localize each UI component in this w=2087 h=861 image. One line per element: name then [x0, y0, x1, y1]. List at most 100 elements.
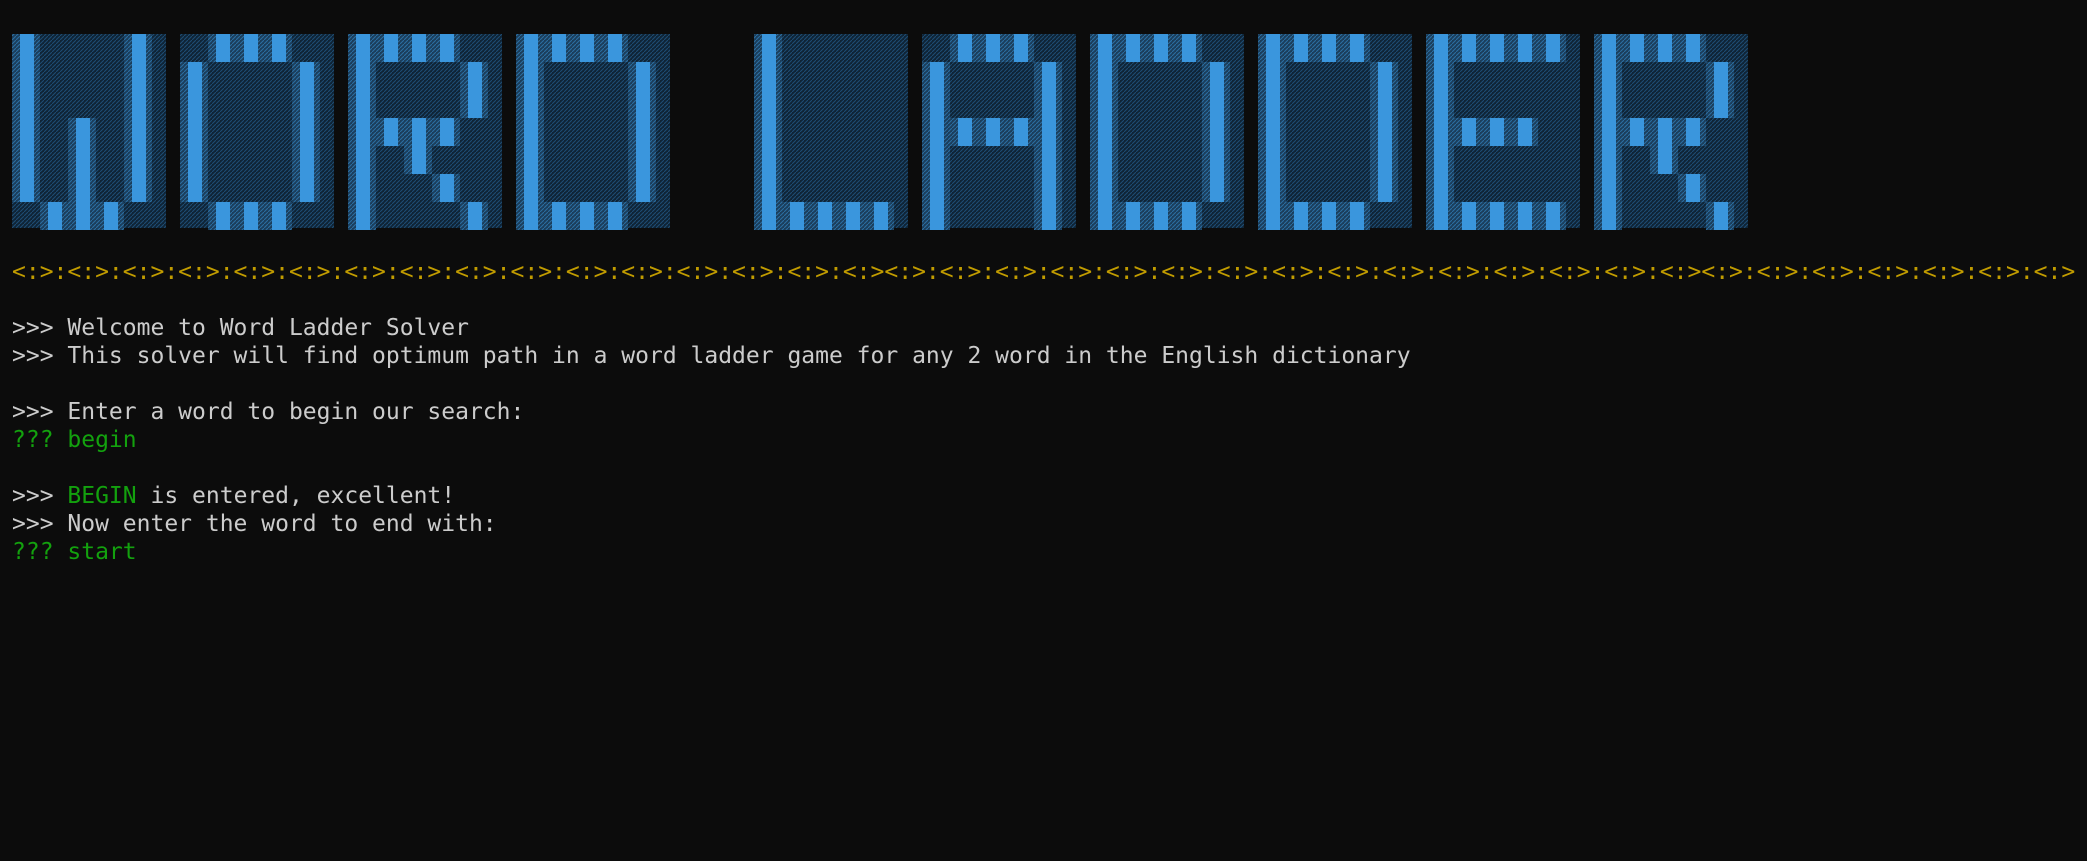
banner-pixel-highlight [524, 118, 538, 146]
banner-pixel-highlight [1714, 202, 1728, 230]
banner-pixel-highlight [1098, 202, 1112, 230]
banner-pixel-highlight [412, 146, 426, 174]
banner-pixel-highlight [1098, 34, 1112, 62]
banner-pixel-highlight [188, 62, 202, 90]
banner-pixel-highlight [1546, 34, 1560, 62]
banner-pixel-highlight [846, 202, 860, 230]
banner-pixel-highlight [958, 34, 972, 62]
confirm-text: is entered, excellent! [136, 483, 456, 509]
banner-pixel-highlight [1182, 34, 1196, 62]
banner-pixel-highlight [552, 34, 566, 62]
banner-pixel-highlight [48, 202, 62, 230]
enter-word-text: Enter a word to begin our search: [67, 399, 525, 425]
banner-letter-l [754, 34, 908, 230]
ascii-art-banner [12, 34, 1748, 230]
first-word-input[interactable]: begin [67, 427, 136, 453]
banner-pixel-highlight [1042, 90, 1056, 118]
banner-pixel-highlight [412, 118, 426, 146]
banner-pixel-highlight [1294, 202, 1308, 230]
banner-pixel-highlight [20, 62, 34, 90]
banner-pixel-highlight [1210, 174, 1224, 202]
banner-pixel-highlight [20, 146, 34, 174]
banner-pixel-highlight [1658, 118, 1672, 146]
second-word-input[interactable]: start [67, 539, 136, 565]
banner-pixel-highlight [1714, 62, 1728, 90]
banner-pixel-highlight [132, 146, 146, 174]
first-input-line: ??? begin [12, 426, 137, 454]
banner-pixel-highlight [762, 90, 776, 118]
banner-pixel-highlight [930, 174, 944, 202]
banner-letter-e [1426, 34, 1580, 230]
banner-pixel-highlight [1014, 118, 1028, 146]
banner-pixel-highlight [244, 202, 258, 230]
banner-letter-r [1594, 34, 1748, 230]
banner-pixel-highlight [1322, 202, 1336, 230]
banner-pixel-highlight [524, 62, 538, 90]
banner-pixel-highlight [1322, 34, 1336, 62]
banner-pixel-highlight [1462, 202, 1476, 230]
banner-pixel-highlight [300, 90, 314, 118]
banner-pixel-highlight [986, 118, 1000, 146]
second-input-line: ??? start [12, 538, 137, 566]
banner-pixel-highlight [1686, 34, 1700, 62]
banner-pixel-highlight [1434, 146, 1448, 174]
banner-pixel-highlight [1518, 34, 1532, 62]
confirmed-word: BEGIN [67, 483, 137, 509]
input-prompt: ??? [12, 539, 68, 565]
banner-pixel-highlight [1042, 174, 1056, 202]
banner-pixel-highlight [762, 34, 776, 62]
banner-pixel-highlight [216, 202, 230, 230]
banner-pixel-highlight [1602, 34, 1616, 62]
banner-pixel-highlight [1042, 118, 1056, 146]
banner-pixel-highlight [1490, 34, 1504, 62]
banner-pixel-highlight [132, 90, 146, 118]
banner-pixel-highlight [1098, 118, 1112, 146]
banner-pixel-highlight [356, 34, 370, 62]
banner-letter-d [1258, 34, 1412, 230]
banner-pixel-highlight [1014, 34, 1028, 62]
banner-pixel-highlight [636, 62, 650, 90]
banner-pixel-highlight [1518, 118, 1532, 146]
output-prompt: >>> [12, 343, 68, 369]
banner-pixel-highlight [1490, 202, 1504, 230]
banner-pixel-highlight [356, 174, 370, 202]
banner-pixel-highlight [1210, 118, 1224, 146]
banner-pixel-highlight [1378, 90, 1392, 118]
banner-pixel-highlight [1434, 118, 1448, 146]
banner-pixel-highlight [1434, 34, 1448, 62]
banner-pixel-highlight [1266, 174, 1280, 202]
output-prompt: >>> [12, 315, 68, 341]
banner-letter-d [516, 34, 670, 230]
banner-pixel-highlight [1098, 90, 1112, 118]
banner-pixel-highlight [132, 118, 146, 146]
banner-pixel-highlight [636, 118, 650, 146]
banner-pixel-highlight [1378, 118, 1392, 146]
banner-pixel-highlight [524, 146, 538, 174]
description-line: >>> This solver will find optimum path i… [12, 342, 1411, 370]
banner-pixel-highlight [524, 202, 538, 230]
banner-pixel-highlight [356, 62, 370, 90]
banner-pixel-highlight [524, 90, 538, 118]
end-word-line: >>> Now enter the word to end with: [12, 510, 497, 538]
banner-pixel-highlight [188, 90, 202, 118]
banner-pixel-highlight [1294, 34, 1308, 62]
banner-pixel-highlight [76, 202, 90, 230]
banner-pixel-highlight [930, 118, 944, 146]
banner-pixel-highlight [132, 174, 146, 202]
banner-pixel-highlight [300, 118, 314, 146]
banner-pixel-highlight [1042, 146, 1056, 174]
output-prompt: >>> [12, 483, 68, 509]
banner-pixel-highlight [1686, 118, 1700, 146]
banner-pixel-highlight [104, 202, 118, 230]
banner-pixel-highlight [1490, 118, 1504, 146]
banner-pixel-highlight [188, 146, 202, 174]
banner-pixel-highlight [244, 34, 258, 62]
banner-pixel-highlight [300, 174, 314, 202]
terminal-window[interactable]: <:>:<:>:<:>:<:>:<:>:<:>:<:>:<:>:<:>:<:>:… [0, 0, 2087, 861]
banner-pixel-highlight [1602, 90, 1616, 118]
banner-pixel-highlight [1266, 90, 1280, 118]
banner-pixel-highlight [636, 90, 650, 118]
banner-pixel-highlight [1098, 174, 1112, 202]
banner-pixel-highlight [958, 118, 972, 146]
banner-letter-r [348, 34, 502, 230]
